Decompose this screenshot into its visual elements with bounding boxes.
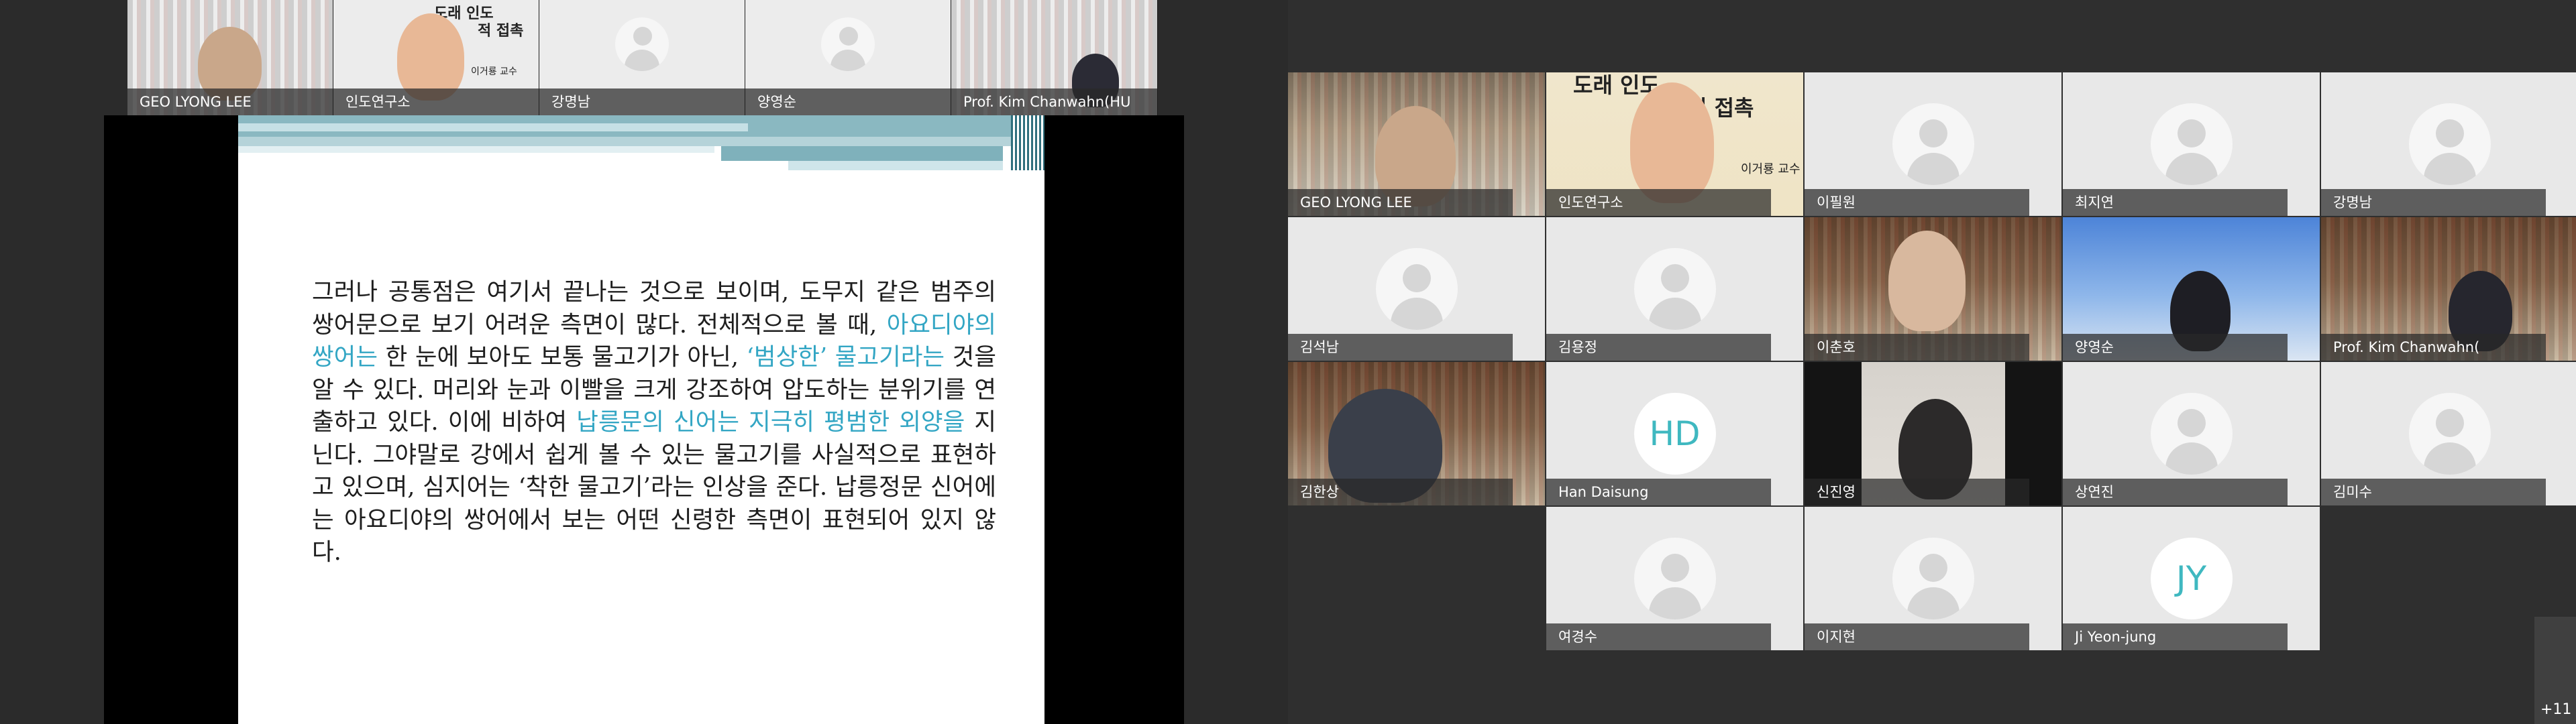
slide-paragraph: 그러나 공통점은 여기서 끝나는 것으로 보이며, 도무지 같은 범주의 쌍어문… — [312, 276, 996, 569]
poster-author: 이거룡 교수 — [1741, 162, 1801, 176]
participant-video-tile[interactable]: 도래 인도 적 접촉 이거룡 교수 인도연구소 — [1546, 72, 1803, 216]
default-avatar-icon — [1375, 248, 1458, 330]
shared-screen: 그러나 공통점은 여기서 끝나는 것으로 보이며, 도무지 같은 범주의 쌍어문… — [104, 115, 1184, 724]
poster-author: 이거룡 교수 — [471, 66, 517, 77]
slide-text-highlight: ‘범상한’ 물고기라는 — [746, 343, 945, 371]
participant-name: 이필원 — [1805, 189, 2029, 216]
participant-video-tile[interactable]: Prof. Kim Chanwahn(HU — [951, 0, 1157, 115]
default-avatar-icon — [1633, 538, 1716, 619]
poster-subtitle: 적 접촉 — [478, 22, 524, 40]
participant-avatar-tile[interactable]: 이지현 — [1805, 507, 2061, 650]
participant-name: 양영순 — [745, 88, 951, 115]
more-participants-count: +11 — [2540, 701, 2572, 718]
participant-avatar-tile[interactable]: 이필원 — [1805, 72, 2061, 216]
participant-figure — [1888, 231, 1966, 331]
participant-avatar-tile[interactable]: 양영순 — [745, 0, 951, 115]
default-avatar-icon — [2150, 103, 2233, 185]
participant-name: 양영순 — [2063, 334, 2288, 361]
participant-name: 이춘호 — [1805, 334, 2029, 361]
participant-name: 최지연 — [2063, 189, 2288, 216]
participant-video-tile[interactable]: 신진영 — [1805, 362, 2061, 505]
participant-avatar-tile[interactable]: 최지연 — [2063, 72, 2320, 216]
slide-header-accent — [238, 146, 714, 153]
slide-header-accent — [788, 161, 1003, 170]
default-avatar-icon — [2408, 393, 2491, 475]
participant-avatar-tile[interactable]: 강명남 — [2321, 72, 2576, 216]
participant-initials-tile[interactable]: HD Han Daisung — [1546, 362, 1803, 505]
participant-name: 신진영 — [1805, 479, 2029, 505]
slide-text-highlight: 납릉문의 신어는 지극히 평범한 외양을 — [576, 408, 965, 436]
participant-name: 이지현 — [1805, 623, 2029, 650]
participant-video-tile[interactable]: 도래 인도 적 접촉 이거룡 교수 인도연구소 — [333, 0, 539, 115]
participant-avatar-tile[interactable]: 김석남 — [1288, 217, 1545, 361]
participant-name: 인도연구소 — [333, 88, 539, 115]
participant-name: 강명남 — [539, 88, 745, 115]
default-avatar-icon — [2408, 103, 2491, 185]
slide-header-stripes — [1011, 115, 1044, 170]
participant-video-tile[interactable]: Prof. Kim Chanwahn( — [2321, 217, 2576, 361]
participant-initials: JY — [2150, 538, 2233, 619]
participant-video-tile[interactable]: 이춘호 — [1805, 217, 2061, 361]
presentation-slide: 그러나 공통점은 여기서 끝나는 것으로 보이며, 도무지 같은 범주의 쌍어문… — [238, 115, 1044, 724]
speaker-strip: GEO LYONG LEE 도래 인도 적 접촉 이거룡 교수 인도연구소 강명… — [127, 0, 1158, 115]
default-avatar-icon — [1892, 103, 1974, 185]
participant-avatar-tile[interactable]: 김용정 — [1546, 217, 1803, 361]
participant-name: 김석남 — [1288, 334, 1513, 361]
participant-avatar-tile[interactable]: 상연진 — [2063, 362, 2320, 505]
participant-name: 인도연구소 — [1546, 189, 1771, 216]
participant-name: GEO LYONG LEE — [1288, 189, 1513, 216]
default-avatar-icon — [1633, 248, 1716, 330]
participant-initials: HD — [1633, 393, 1716, 475]
participant-name: Prof. Kim Chanwahn(HU — [951, 88, 1157, 115]
slide-text-run: 한 눈에 보아도 보통 물고기가 아닌, — [377, 343, 747, 371]
participant-initials-tile[interactable]: JY Ji Yeon-jung — [2063, 507, 2320, 650]
participant-video-tile[interactable]: 양영순 — [2063, 217, 2320, 361]
participant-name: 강명남 — [2321, 189, 2546, 216]
participant-name: 김용정 — [1546, 334, 1771, 361]
default-avatar-icon — [1892, 538, 1974, 619]
slide-header-accent — [721, 146, 1003, 161]
participant-name: 상연진 — [2063, 479, 2288, 505]
participant-name: 여경수 — [1546, 623, 1771, 650]
participant-name: Prof. Kim Chanwahn( — [2321, 334, 2546, 361]
slide-header-accent — [238, 137, 1044, 146]
slide-header-accent — [238, 123, 748, 131]
default-avatar-icon — [615, 17, 669, 71]
participant-name: GEO LYONG LEE — [127, 88, 333, 115]
participant-avatar-tile[interactable]: 김미수 — [2321, 362, 2576, 505]
participant-video-tile[interactable]: 김한상 — [1288, 362, 1545, 505]
left-monitor: GEO LYONG LEE 도래 인도 적 접촉 이거룡 교수 인도연구소 강명… — [0, 0, 1288, 724]
participant-figure — [397, 13, 464, 101]
default-avatar-icon — [821, 17, 875, 71]
participant-video-tile[interactable]: GEO LYONG LEE — [127, 0, 333, 115]
participant-video-tile[interactable]: GEO LYONG LEE — [1288, 72, 1545, 216]
participant-name: 김한상 — [1288, 479, 1513, 505]
participant-name: Ji Yeon-jung — [2063, 623, 2288, 650]
participant-avatar-tile[interactable]: 여경수 — [1546, 507, 1803, 650]
right-monitor: GEO LYONG LEE 도래 인도 적 접촉 이거룡 교수 인도연구소 이필… — [1288, 0, 2576, 724]
default-avatar-icon — [2150, 393, 2233, 475]
participant-name: Han Daisung — [1546, 479, 1771, 505]
participant-avatar-tile[interactable]: 강명남 — [539, 0, 745, 115]
participant-figure — [1630, 82, 1714, 203]
participant-name: 김미수 — [2321, 479, 2546, 505]
